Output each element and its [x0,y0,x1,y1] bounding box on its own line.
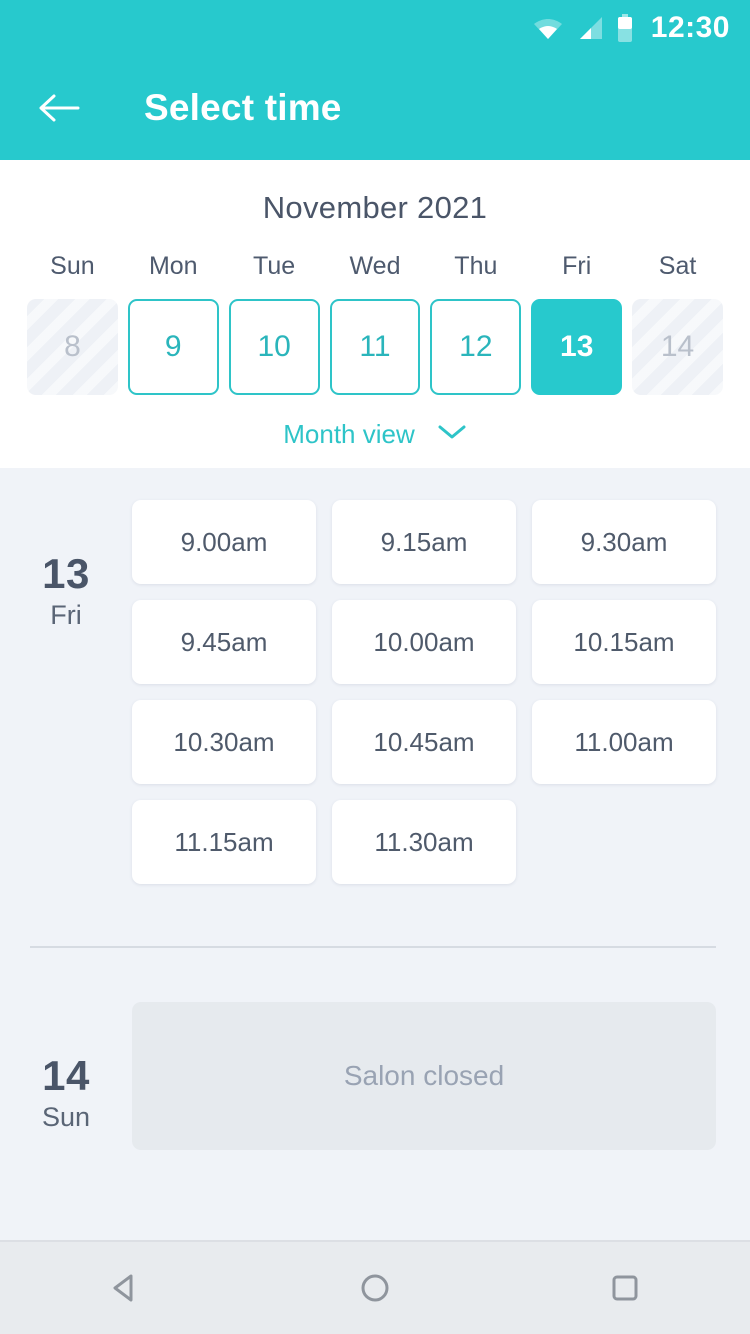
status-bar: 12:30 [0,0,750,56]
day-group-13: 13 Fri 9.00am 9.15am 9.30am 9.45am 10.00… [0,500,750,884]
android-nav-bar [0,1240,750,1334]
weekday-label: Sun [50,252,95,280]
nav-recents-button[interactable] [580,1253,670,1323]
day-label-13: 13 Fri [0,500,132,631]
status-time: 12:30 [650,11,730,44]
weekday-label: Fri [562,252,592,280]
time-slot[interactable]: 10.15am [532,600,716,684]
nav-home-button[interactable] [330,1253,420,1323]
day-cell-10[interactable]: 10 [228,299,320,395]
time-slot[interactable]: 10.30am [132,700,316,784]
nav-home-circle-icon [361,1274,389,1302]
time-slot[interactable]: 9.15am [332,500,516,584]
time-slot[interactable]: 9.45am [132,600,316,684]
chevron-down-icon [437,423,467,446]
day-cell-9[interactable]: 9 [127,299,219,395]
weekday-label: Mon [148,252,198,280]
weekday-header: Sun Mon Tue Wed Thu Fri Sat [0,252,750,281]
day-name: Sun [41,1102,91,1133]
time-slot[interactable]: 9.00am [132,500,316,584]
time-slot[interactable]: 9.30am [532,500,716,584]
section-divider [30,946,716,948]
weekday-label: Tue [253,252,296,280]
nav-back-button[interactable] [80,1253,170,1323]
page-title: Select time [144,87,342,128]
time-slot[interactable]: 11.15am [132,800,316,884]
day-selector-row: 8 9 10 11 12 13 14 [0,299,750,395]
day-cell-8: 8 [27,299,118,395]
month-title: November 2021 [262,190,488,225]
month-view-toggle[interactable]: Month view [0,419,750,450]
time-slot-grid: 9.00am 9.15am 9.30am 9.45am 10.00am 10.1… [132,500,750,884]
nav-back-triangle-icon [113,1274,133,1302]
time-slot[interactable]: 10.00am [332,600,516,684]
day-number: 14 [42,1052,90,1099]
day-name: Fri [50,600,82,631]
day-cell-14: 14 [632,299,723,395]
back-button[interactable] [34,83,84,133]
month-view-label: Month view [283,419,415,449]
time-slot[interactable]: 11.30am [332,800,516,884]
day-label-14: 14 Sun [0,1002,132,1133]
slots-area: 13 Fri 9.00am 9.15am 9.30am 9.45am 10.00… [0,468,750,1224]
back-arrow-icon [39,94,80,122]
weekday-label: Wed [349,252,401,280]
day-cell-11[interactable]: 11 [329,299,421,395]
battery-icon [617,14,633,42]
time-slot[interactable]: 10.45am [332,700,516,784]
day-group-14: 14 Sun Salon closed [0,1002,750,1150]
wifi-icon [533,16,563,40]
nav-recents-square-icon [612,1275,638,1301]
weekday-label: Thu [454,252,498,280]
app-bar: Select time [0,56,750,160]
calendar-panel: November 2021 Sun Mon Tue Wed Thu Fri Sa… [0,160,750,468]
day-number: 13 [42,550,90,597]
day-cell-12[interactable]: 12 [430,299,522,395]
signal-icon [577,16,603,40]
weekday-label: Sat [658,252,697,280]
time-slot[interactable]: 11.00am [532,700,716,784]
salon-closed-panel: Salon closed [132,1002,716,1150]
salon-closed-text: Salon closed [343,1060,505,1091]
day-cell-13[interactable]: 13 [531,299,623,395]
